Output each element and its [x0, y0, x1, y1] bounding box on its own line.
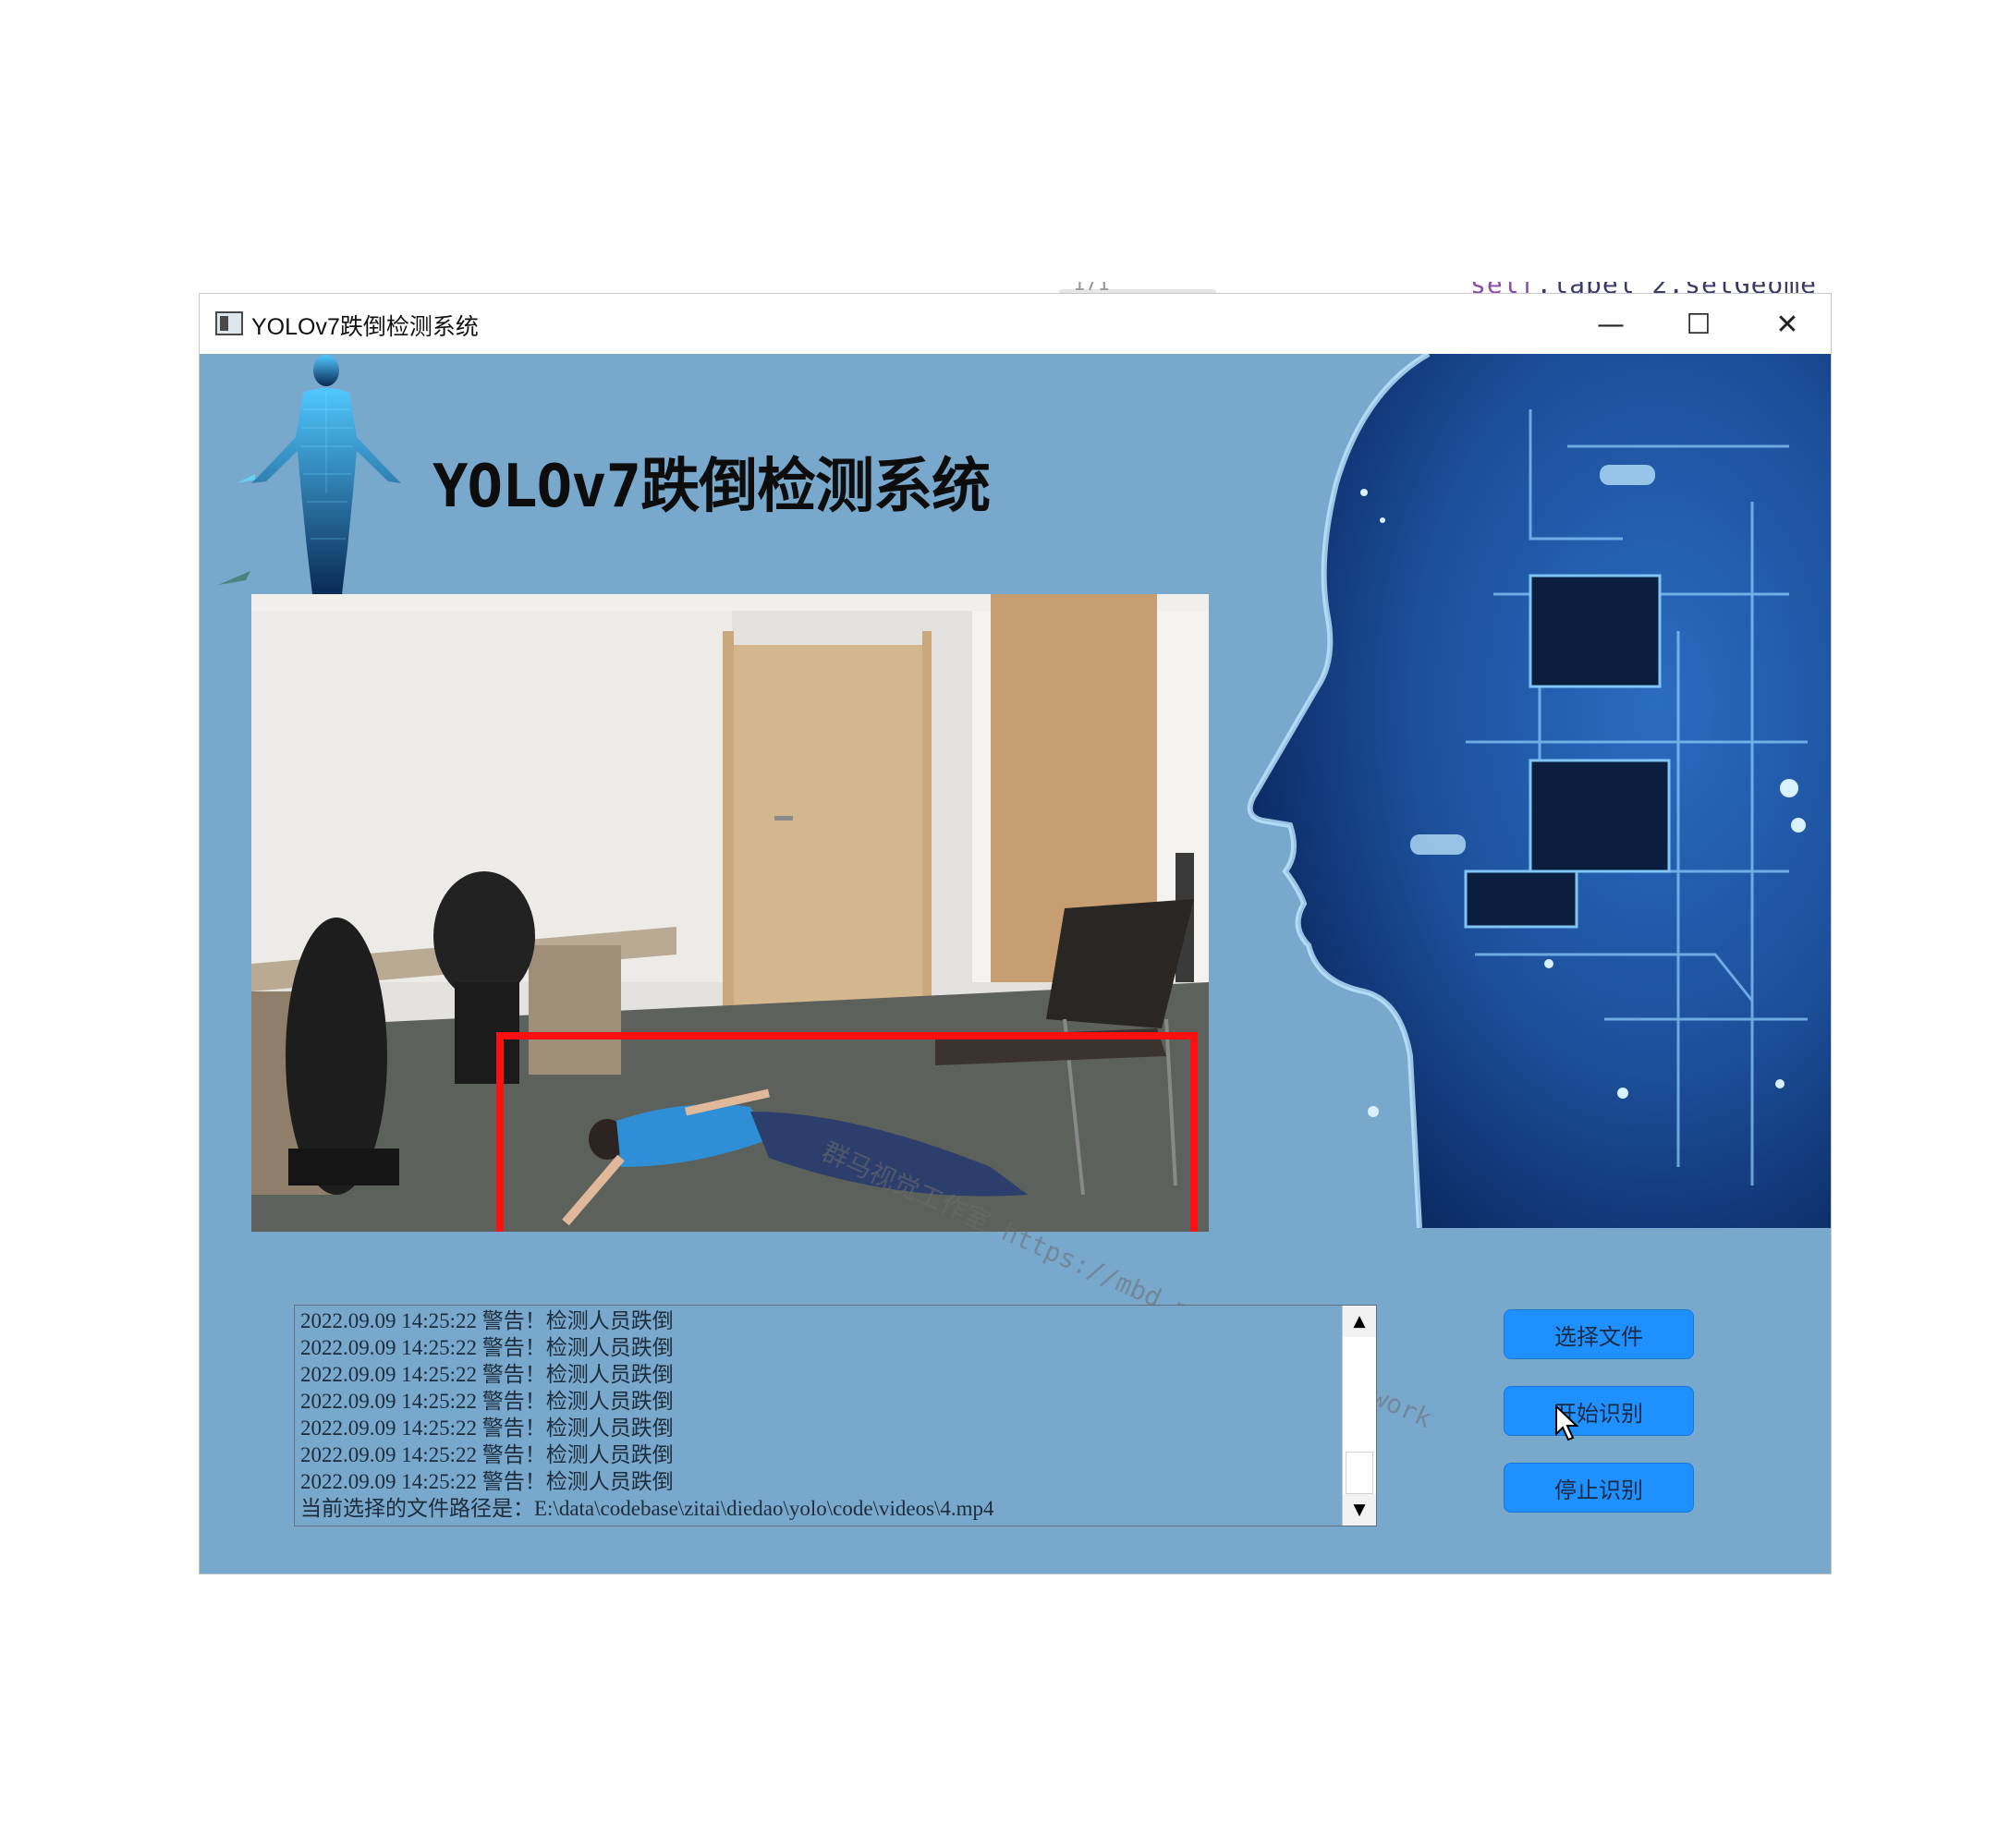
triangle-down-icon: ▼: [1353, 1501, 1366, 1519]
log-line: 2022.09.09 14:25:22 警告！检测人员跌倒: [300, 1390, 674, 1413]
log-scrollbar[interactable]: ▲ ▼: [1342, 1306, 1376, 1526]
video-frame: [251, 594, 1209, 1232]
log-lines: 2022.09.09 14:25:22 警告！检测人员跌倒 2022.09.09…: [300, 1307, 1339, 1526]
stop-detect-button[interactable]: 停止识别: [1504, 1463, 1694, 1513]
human-figure-image: [218, 355, 401, 594]
log-line: 2022.09.09 14:25:22 警告！检测人员跌倒: [300, 1416, 674, 1440]
app-icon: [215, 311, 243, 335]
app-window: YOLOv7跌倒检测系统 — ☐ ✕ YOLOv7跌倒检测系统 群马视觉工作室 …: [200, 294, 1831, 1574]
log-line: 2022.09.09 14:25:22 警告！检测人员跌倒: [300, 1470, 674, 1493]
title-bar[interactable]: YOLOv7跌倒检测系统 — ☐ ✕: [200, 294, 1831, 354]
video-display: [251, 594, 1209, 1232]
main-panel: YOLOv7跌倒检测系统 群马视觉工作室 https://mbd.pub/o/q…: [200, 354, 1831, 1574]
log-line: 2022.09.09 14:25:22 警告！检测人员跌倒: [300, 1363, 674, 1386]
close-button[interactable]: ✕: [1760, 303, 1815, 346]
scroll-up-button[interactable]: ▲: [1343, 1306, 1376, 1337]
scroll-down-button[interactable]: ▼: [1343, 1494, 1376, 1526]
log-line-file-path: 当前选择的文件路径是：E:\data\codebase\zitai\diedao…: [300, 1497, 994, 1520]
minimize-button[interactable]: —: [1583, 303, 1638, 346]
log-line: 2022.09.09 14:25:22 警告！检测人员跌倒: [300, 1443, 674, 1466]
select-file-button[interactable]: 选择文件: [1504, 1309, 1694, 1359]
log-line: 2022.09.09 14:25:22 警告！检测人员跌倒: [300, 1336, 674, 1359]
log-line: 2022.09.09 14:25:22 警告！检测人员跌倒: [300, 1309, 674, 1332]
triangle-up-icon: ▲: [1353, 1312, 1366, 1331]
start-detect-button[interactable]: 开始识别: [1504, 1386, 1694, 1436]
scrollbar-thumb[interactable]: [1346, 1452, 1373, 1494]
maximize-button[interactable]: ☐: [1671, 303, 1726, 346]
window-title: YOLOv7跌倒检测系统: [251, 314, 479, 340]
log-textbox[interactable]: 2022.09.09 14:25:22 警告！检测人员跌倒 2022.09.09…: [294, 1305, 1377, 1526]
app-heading: YOLOv7跌倒检测系统: [432, 453, 991, 521]
ai-head-image: [1247, 354, 1831, 1228]
